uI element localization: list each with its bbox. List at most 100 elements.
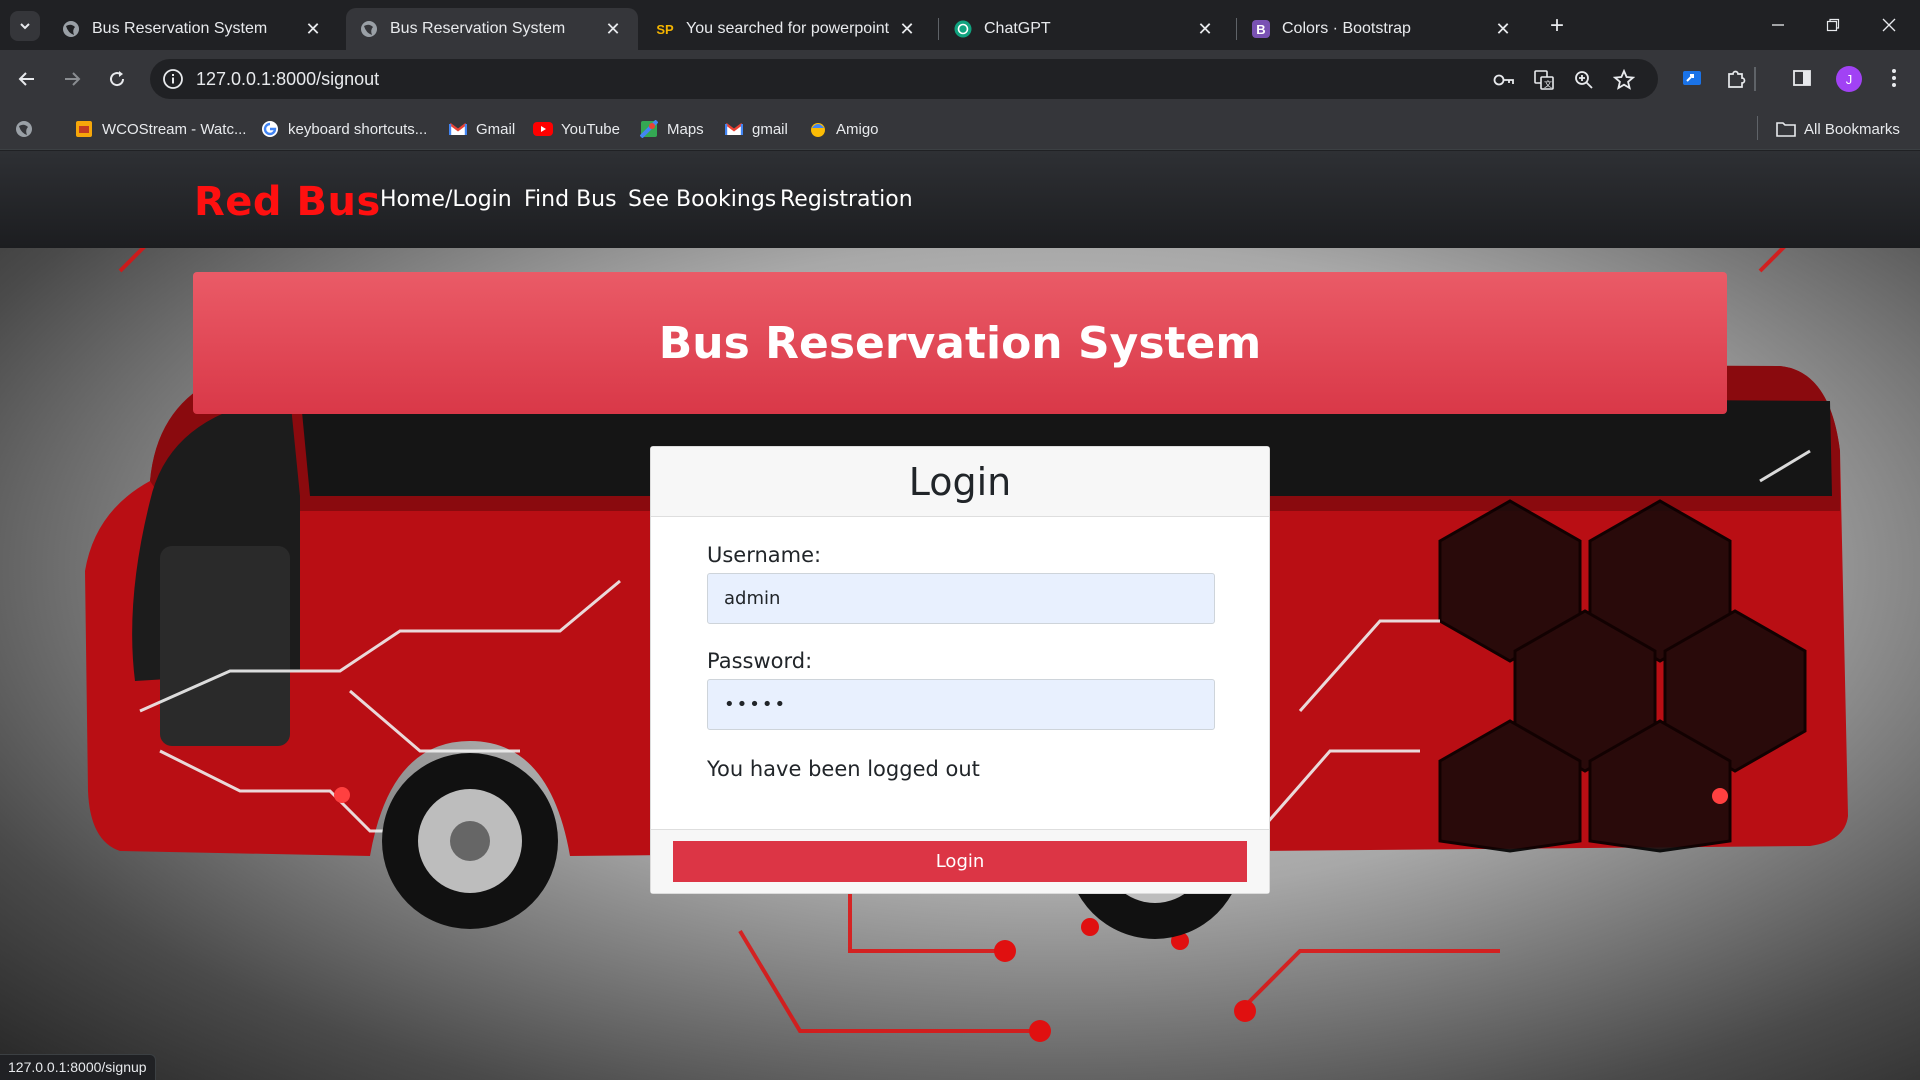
tab-bus-reservation-1[interactable]: Bus Reservation System ✕: [48, 8, 338, 50]
bookmark-label: All Bookmarks: [1804, 120, 1900, 138]
google-icon: [260, 119, 280, 139]
restore-icon: [1826, 18, 1840, 32]
new-tab-button[interactable]: +: [1542, 11, 1572, 41]
bootstrap-icon: B: [1252, 20, 1270, 38]
wcostream-icon: [74, 119, 94, 139]
bookmark-maps[interactable]: Maps: [639, 118, 704, 140]
brand-logo[interactable]: Red Bus: [194, 179, 381, 225]
bookmark-keyboard-shortcuts[interactable]: keyboard shortcuts...: [260, 118, 427, 140]
nav-registration[interactable]: Registration: [780, 187, 913, 212]
username-input[interactable]: admin: [707, 573, 1215, 624]
nav-find-bus[interactable]: Find Bus: [524, 187, 617, 212]
minimize-button[interactable]: [1755, 8, 1801, 42]
tab-title: Bus Reservation System: [92, 20, 268, 37]
bookmark-amigo[interactable]: Amigo: [808, 118, 879, 140]
toolbar-divider: [1754, 67, 1756, 91]
bookmarks-bar: WCOStream - Watc... keyboard shortcuts..…: [0, 108, 1920, 150]
tab-bus-reservation-2[interactable]: Bus Reservation System ✕: [346, 8, 638, 50]
more-menu-icon[interactable]: [1880, 64, 1908, 92]
bookmark-label: Maps: [667, 120, 704, 138]
login-card-header: Login: [651, 447, 1269, 517]
side-panel-icon[interactable]: [1788, 64, 1816, 92]
bookmark-label: Gmail: [476, 120, 516, 138]
globe-icon: [14, 119, 34, 139]
forward-button[interactable]: [55, 62, 89, 96]
youtube-icon: [533, 119, 553, 139]
maps-icon: [639, 119, 659, 139]
login-heading: Login: [908, 459, 1012, 504]
back-button[interactable]: [10, 62, 44, 96]
tab-title: Bus Reservation System: [390, 20, 566, 37]
site-info-icon[interactable]: [162, 68, 184, 90]
bookmark-label: keyboard shortcuts...: [288, 120, 428, 138]
logout-message: You have been logged out: [707, 757, 980, 781]
extensions-puzzle-icon[interactable]: [1722, 64, 1750, 92]
zoom-icon[interactable]: [1572, 68, 1596, 92]
tab-separator: [1236, 18, 1237, 40]
nav-home-login[interactable]: Home/Login: [380, 187, 512, 212]
tab-bootstrap-colors[interactable]: B Colors · Bootstrap ✕: [1238, 8, 1528, 50]
all-bookmarks-button[interactable]: All Bookmarks: [1776, 118, 1900, 140]
globe-icon: [360, 20, 378, 38]
apps-shortcut[interactable]: [14, 118, 42, 140]
chatgpt-icon: [954, 20, 972, 38]
folder-icon: [1776, 119, 1796, 139]
amigo-icon: [808, 119, 828, 139]
bookmark-youtube[interactable]: YouTube: [533, 118, 620, 140]
link-status-bar: 127.0.0.1:8000/signup: [0, 1054, 156, 1080]
tab-powerpoint-search[interactable]: SP You searched for powerpoint - S ✕: [642, 8, 932, 50]
chevron-down-icon: [20, 23, 30, 30]
globe-icon: [62, 20, 80, 38]
username-label: Username:: [707, 543, 822, 567]
close-icon[interactable]: ✕: [1492, 18, 1514, 40]
translate-icon[interactable]: 文: [1532, 68, 1556, 92]
bookmarks-divider: [1757, 116, 1758, 140]
login-card-footer: Login: [651, 829, 1269, 893]
tab-search-button[interactable]: [10, 11, 40, 41]
close-icon: [1882, 18, 1896, 32]
bookmark-label: WCOStream - Watc...: [102, 120, 247, 138]
cast-extension-icon[interactable]: [1678, 64, 1706, 92]
tab-chatgpt[interactable]: ChatGPT ✕: [940, 8, 1230, 50]
password-input[interactable]: •••••: [707, 679, 1215, 730]
arrow-right-icon: [65, 72, 81, 86]
minimize-icon: [1772, 24, 1784, 26]
gmail-icon: [724, 119, 744, 139]
restore-button[interactable]: [1810, 8, 1856, 42]
nav-see-bookings[interactable]: See Bookings: [628, 187, 776, 212]
bookmark-wcostream[interactable]: WCOStream - Watc...: [74, 118, 246, 140]
password-key-icon[interactable]: [1492, 68, 1516, 92]
bookmark-label: gmail: [752, 120, 788, 138]
close-window-button[interactable]: [1866, 8, 1912, 42]
bookmark-label: Amigo: [836, 120, 879, 138]
gmail-icon: [448, 119, 468, 139]
plus-icon: +: [1549, 12, 1564, 39]
url-text[interactable]: 127.0.0.1:8000/signout: [196, 69, 379, 90]
close-icon[interactable]: ✕: [602, 18, 624, 40]
page-viewport: Red Bus Home/Login Find Bus See Bookings…: [0, 151, 1920, 1080]
profile-avatar[interactable]: J: [1836, 66, 1862, 92]
reload-button[interactable]: [100, 62, 134, 96]
password-label: Password:: [707, 649, 813, 673]
site-navbar: Red Bus Home/Login Find Bus See Bookings…: [0, 151, 1920, 248]
close-icon[interactable]: ✕: [302, 18, 324, 40]
page-banner: Bus Reservation System: [193, 272, 1727, 414]
address-bar[interactable]: 127.0.0.1:8000/signout 文: [150, 59, 1658, 99]
arrow-left-icon: [18, 72, 34, 86]
bookmark-gmail-2[interactable]: gmail: [724, 118, 788, 140]
tab-strip: Bus Reservation System ✕ Bus Reservation…: [0, 0, 1920, 50]
sp-icon: SP: [656, 21, 674, 37]
svg-text:文: 文: [1544, 79, 1552, 89]
tab-title: You searched for powerpoint - S: [686, 20, 890, 37]
tab-title: Colors · Bootstrap: [1282, 20, 1411, 37]
login-button[interactable]: Login: [673, 841, 1247, 882]
close-icon[interactable]: ✕: [896, 18, 918, 40]
login-card: Login Username: admin Password: ••••• Yo…: [650, 446, 1270, 894]
bookmark-star-icon[interactable]: [1612, 68, 1636, 92]
close-icon[interactable]: ✕: [1194, 18, 1216, 40]
page-title: Bus Reservation System: [658, 317, 1262, 369]
tab-title: ChatGPT: [984, 20, 1051, 37]
tab-separator: [938, 18, 939, 40]
bookmark-gmail[interactable]: Gmail: [448, 118, 515, 140]
reload-icon: [110, 71, 125, 87]
